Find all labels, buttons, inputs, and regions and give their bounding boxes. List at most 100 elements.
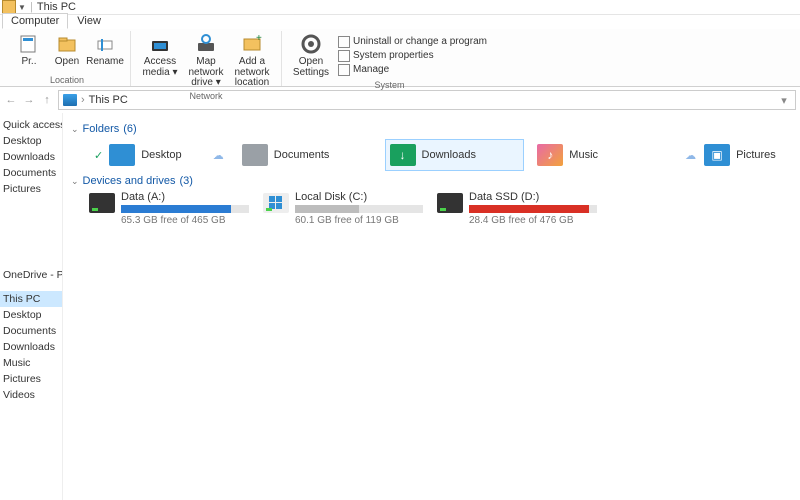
sidebar-this-pc[interactable]: This PC <box>0 291 62 307</box>
sidebar-onedrive[interactable]: OneDrive - Personal <box>0 267 62 283</box>
title-bar: ▼ | This PC <box>0 0 800 15</box>
add-location-label: Add a network location <box>233 57 271 89</box>
content-pane: ⌄ Folders (6) ✓ Desktop ☁ Documents ↓ Do… <box>63 113 800 500</box>
address-bar[interactable]: › This PC ▾ <box>58 90 796 110</box>
manage-label: Manage <box>353 64 389 75</box>
ribbon-tabs: Computer View <box>0 15 800 29</box>
sidebar-documents[interactable]: Documents <box>0 165 62 181</box>
cloud-icon: ☁ <box>685 149 696 162</box>
rename-button[interactable]: Rename <box>86 31 124 75</box>
drive-c[interactable]: Local Disk (C:) 60.1 GB free of 119 GB <box>263 191 423 226</box>
map-drive-label: Map network drive ▾ <box>187 57 225 89</box>
tab-view[interactable]: View <box>68 13 110 29</box>
qat-dropdown-icon[interactable]: ▼ <box>18 3 26 12</box>
drive-free-text: 28.4 GB free of 476 GB <box>469 215 597 226</box>
folder-music[interactable]: ♪ Music <box>532 139 672 171</box>
folder-label: Desktop <box>141 149 181 161</box>
drive-a[interactable]: Data (A:) 65.3 GB free of 465 GB <box>89 191 249 226</box>
sidebar-downloads[interactable]: Downloads <box>0 149 62 165</box>
properties-button[interactable]: Pr.. <box>10 31 48 75</box>
folder-downloads[interactable]: ↓ Downloads <box>385 139 525 171</box>
sidebar-quick-access[interactable]: Quick access <box>0 117 62 133</box>
ribbon: Pr.. Open Rename Location Access media ▾… <box>0 29 800 87</box>
ribbon-group-network: Access media ▾ Map network drive ▾ + Add… <box>131 31 282 86</box>
drives-row: Data (A:) 65.3 GB free of 465 GB Local D… <box>71 191 792 226</box>
group-count-folders: (6) <box>123 123 136 135</box>
map-drive-button[interactable]: Map network drive ▾ <box>183 31 229 91</box>
nav-back-button[interactable]: ← <box>4 93 18 107</box>
add-location-button[interactable]: + Add a network location <box>229 31 275 91</box>
chevron-down-icon: ⌄ <box>71 176 79 187</box>
open-label: Open <box>55 57 79 68</box>
sidebar-pc-documents[interactable]: Documents <box>0 323 62 339</box>
sidebar-pc-downloads[interactable]: Downloads <box>0 339 62 355</box>
sysprops-label: System properties <box>353 50 434 61</box>
sidebar-pc-pictures[interactable]: Pictures <box>0 371 62 387</box>
group-label-drives: Devices and drives <box>83 175 176 187</box>
windows-logo-icon <box>263 193 289 213</box>
system-links: Uninstall or change a program System pro… <box>334 31 491 80</box>
cloud-icon: ☁ <box>213 149 224 162</box>
usage-bar <box>121 205 249 213</box>
sidebar-pictures[interactable]: Pictures <box>0 181 62 197</box>
drive-name: Local Disk (C:) <box>295 191 423 203</box>
usage-bar <box>295 205 423 213</box>
nav-up-button[interactable]: ↑ <box>40 93 54 107</box>
access-media-button[interactable]: Access media ▾ <box>137 31 183 91</box>
open-settings-label: Open Settings <box>292 57 330 78</box>
folder-pictures[interactable]: ☁ ▣ Pictures <box>680 139 792 171</box>
access-media-label: Access media ▾ <box>141 57 179 78</box>
uninstall-icon <box>338 36 350 48</box>
documents-folder-icon <box>242 144 268 166</box>
drive-icon <box>437 193 463 213</box>
group-header-folders[interactable]: ⌄ Folders (6) <box>71 123 792 135</box>
nav-forward-button[interactable]: → <box>22 93 36 107</box>
sidebar-pc-desktop[interactable]: Desktop <box>0 307 62 323</box>
folder-desktop[interactable]: ✓ Desktop ☁ <box>89 139 229 171</box>
ribbon-group-system: Open Settings Uninstall or change a prog… <box>282 31 497 86</box>
folder-label: Pictures <box>736 149 776 161</box>
uninstall-label: Uninstall or change a program <box>353 36 487 47</box>
folders-row: ✓ Desktop ☁ Documents ↓ Downloads ♪ Musi… <box>71 139 792 171</box>
manage-link[interactable]: Manage <box>338 64 487 76</box>
rename-label: Rename <box>86 57 124 68</box>
sidebar-pc-videos[interactable]: Videos <box>0 387 62 403</box>
group-label-location: Location <box>50 75 84 86</box>
breadcrumb-sep: › <box>81 94 85 106</box>
folder-label: Downloads <box>422 149 476 161</box>
drive-icon <box>89 193 115 213</box>
group-header-drives[interactable]: ⌄ Devices and drives (3) <box>71 175 792 187</box>
usage-fill <box>295 205 359 213</box>
folder-icon <box>2 0 16 14</box>
tab-computer[interactable]: Computer <box>2 13 68 29</box>
usage-bar <box>469 205 597 213</box>
drive-d[interactable]: Data SSD (D:) 28.4 GB free of 476 GB <box>437 191 597 226</box>
breadcrumb-root[interactable]: This PC <box>89 94 128 106</box>
folder-label: Music <box>569 149 598 161</box>
uninstall-link[interactable]: Uninstall or change a program <box>338 36 487 48</box>
sidebar-desktop[interactable]: Desktop <box>0 133 62 149</box>
body: Quick access Desktop Downloads Documents… <box>0 113 800 500</box>
thispc-icon <box>63 94 77 106</box>
drive-free-text: 65.3 GB free of 465 GB <box>121 215 249 226</box>
window-title: This PC <box>37 1 76 13</box>
open-settings-button[interactable]: Open Settings <box>288 31 334 80</box>
title-separator: | <box>30 1 33 13</box>
sidebar-pc-music[interactable]: Music <box>0 355 62 371</box>
folder-label: Documents <box>274 149 330 161</box>
group-count-drives: (3) <box>179 175 192 187</box>
manage-icon <box>338 64 350 76</box>
drive-icon <box>263 193 289 213</box>
group-label-folders: Folders <box>83 123 120 135</box>
folder-documents[interactable]: Documents <box>237 139 377 171</box>
drive-name: Data SSD (D:) <box>469 191 597 203</box>
address-dropdown-icon[interactable]: ▾ <box>777 94 791 107</box>
chevron-down-icon: ⌄ <box>71 124 79 135</box>
system-properties-link[interactable]: System properties <box>338 50 487 62</box>
properties-label: Pr.. <box>21 57 36 68</box>
desktop-folder-icon <box>109 144 135 166</box>
open-button[interactable]: Open <box>48 31 86 75</box>
drive-free-text: 60.1 GB free of 119 GB <box>295 215 423 226</box>
address-row: ← → ↑ › This PC ▾ <box>0 87 800 113</box>
music-folder-icon: ♪ <box>537 144 563 166</box>
